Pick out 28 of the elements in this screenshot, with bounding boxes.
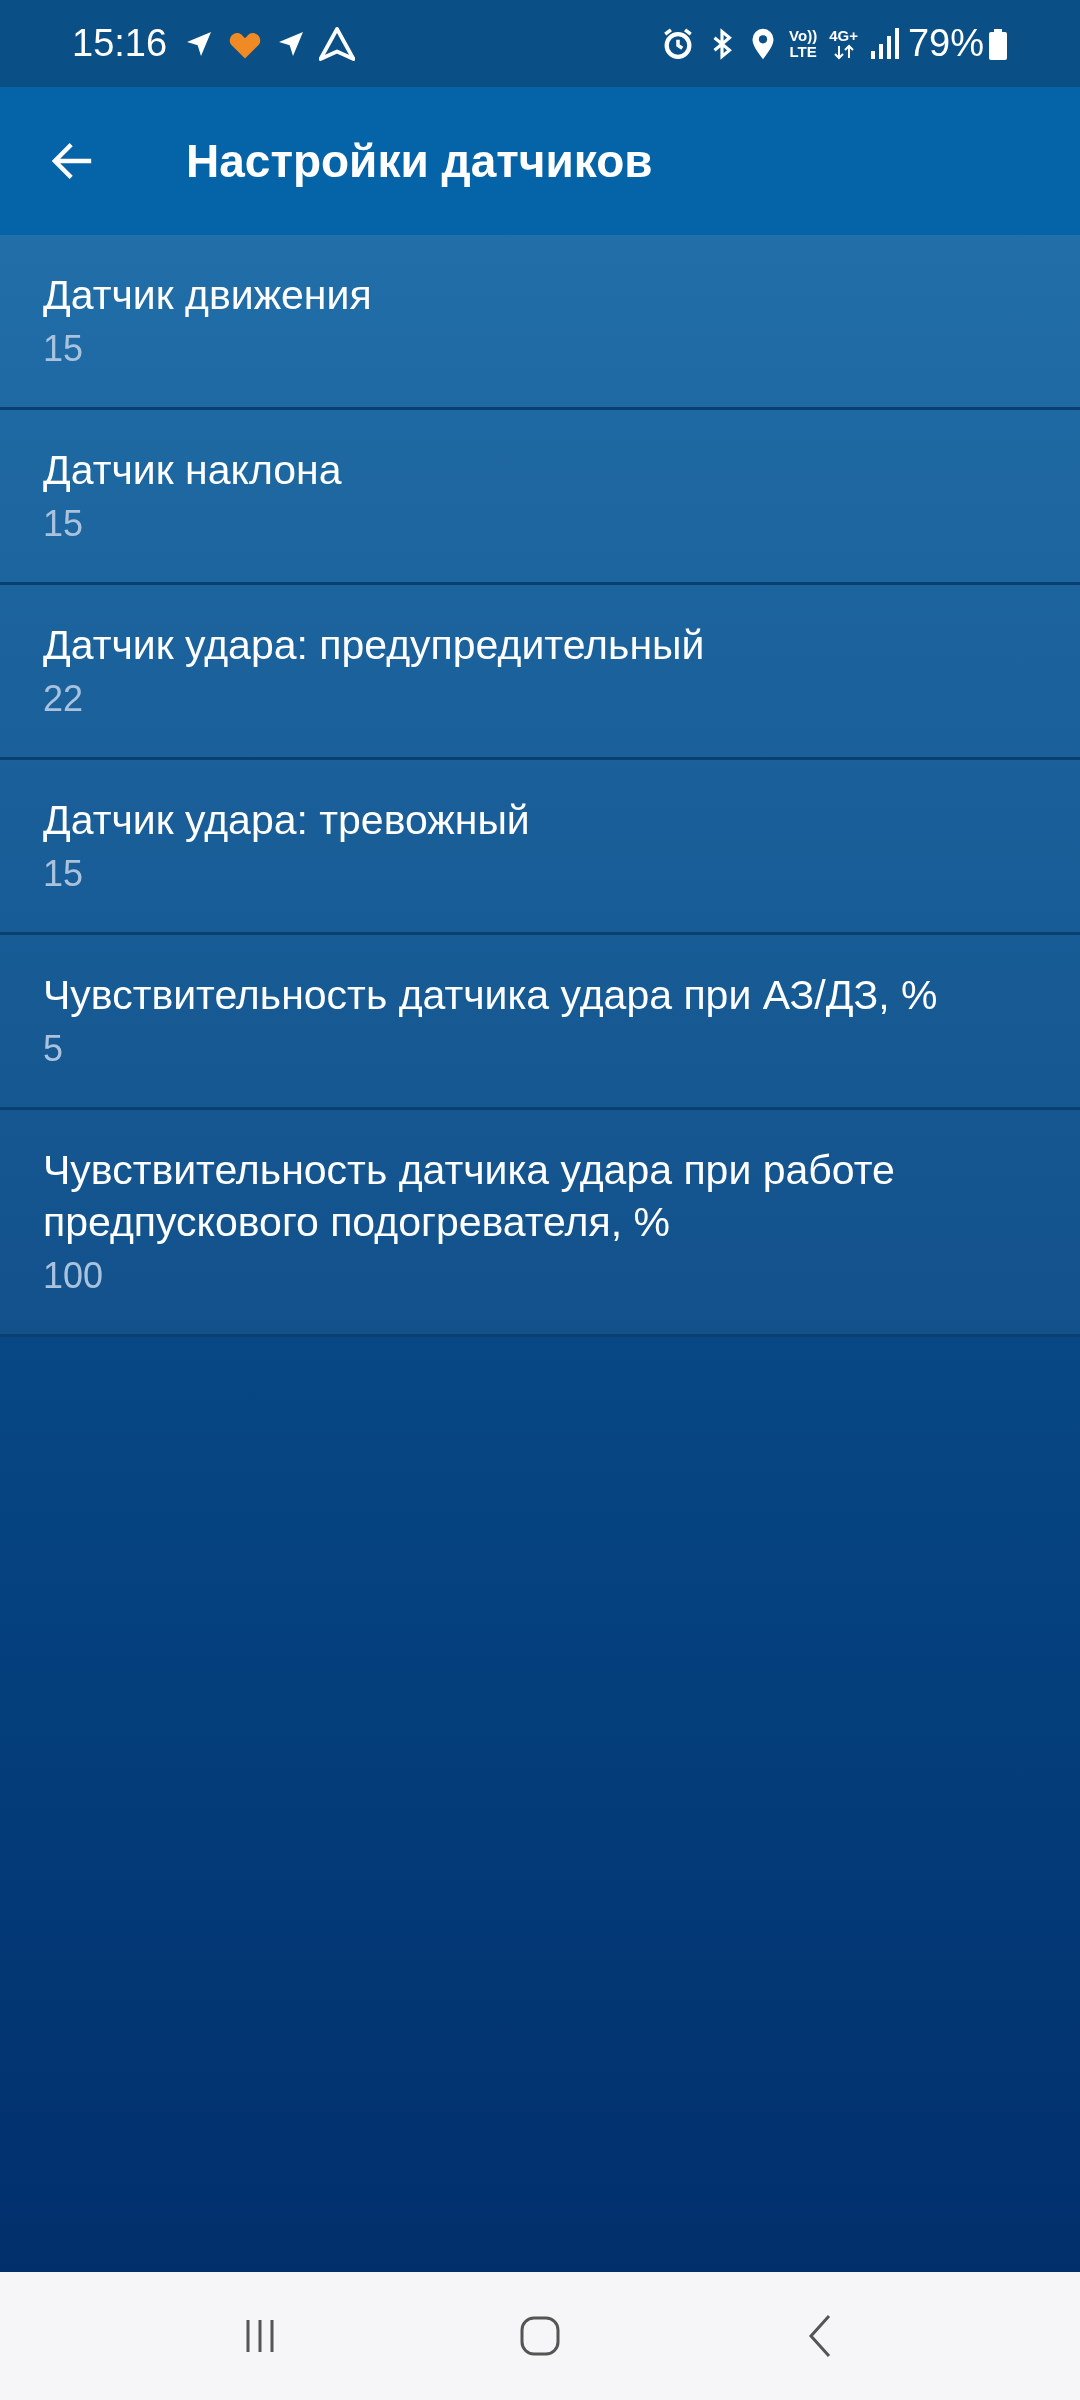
battery-icon xyxy=(988,26,1008,61)
status-time: 15:16 xyxy=(72,21,168,66)
setting-title: Датчик наклона xyxy=(43,446,343,495)
setting-row[interactable]: Чувствительность датчика удара при АЗ/ДЗ, % 5 xyxy=(0,935,1080,1110)
setting-title: Датчик движения xyxy=(43,271,373,320)
setting-value: 15 xyxy=(43,502,85,546)
setting-value: 15 xyxy=(43,327,85,371)
volte-indicator: Vo)) LTE xyxy=(789,27,818,60)
setting-title: Чувствительность датчика удара при работе предпускового подогревателя, % xyxy=(43,1146,896,1247)
setting-row[interactable]: Датчик движения 15 xyxy=(0,235,1080,410)
data-arrows-icon xyxy=(832,43,855,60)
setting-value: 22 xyxy=(43,677,85,721)
setting-row[interactable]: Датчик удара: тревожный 15 xyxy=(0,760,1080,935)
setting-row[interactable]: Чувствительность датчика удара при работе предпускового подогревателя, % 100 xyxy=(0,1110,1080,1337)
setting-value: 100 xyxy=(43,1254,105,1298)
setting-title: Датчик удара: тревожный xyxy=(43,796,531,845)
setting-row[interactable]: Датчик удара: предупредительный 22 xyxy=(0,585,1080,760)
setting-value: 15 xyxy=(43,852,85,896)
network-type: 4G+ xyxy=(829,27,858,44)
home-icon xyxy=(519,2315,561,2357)
battery-percent: 79% xyxy=(907,21,984,66)
screen-title: Настройки датчиков xyxy=(186,133,653,189)
setting-title: Датчик удара: предупредительный xyxy=(43,621,706,670)
setting-title: Чувствительность датчика удара при АЗ/ДЗ, % xyxy=(43,971,939,1020)
setting-value: 5 xyxy=(43,1027,65,1071)
signal-icon xyxy=(869,26,900,61)
setting-row[interactable]: Датчик наклона 15 xyxy=(0,410,1080,585)
triangle-logo-icon xyxy=(319,26,356,61)
